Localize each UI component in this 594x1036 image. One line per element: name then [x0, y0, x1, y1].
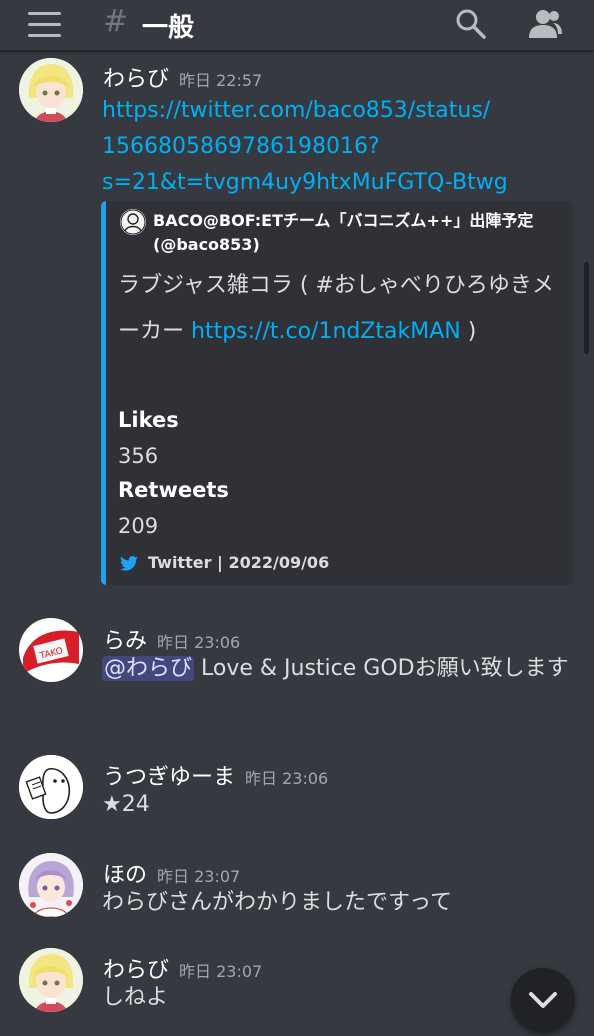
avatar[interactable]: TAKO [19, 618, 83, 682]
message-content: @わらび Love & Justice GODお願い致します [102, 650, 572, 688]
message-text: ★24 [102, 792, 150, 817]
channel-hash-icon: # [103, 4, 129, 39]
embed-field-value: 356 [118, 444, 159, 468]
message-header: わらび 昨日 22:57 [103, 61, 262, 93]
embed-description: ラブジャス雑コラ ( #おしゃべりひろゆきメーカー https://t.co/1… [118, 263, 558, 355]
username[interactable]: わらび [103, 67, 169, 92]
embed-description-end: ) [460, 319, 477, 344]
embed-description-link[interactable]: https://t.co/1ndZtakMAN [191, 319, 461, 344]
message-text: わらびさんがわかりましたですって [102, 890, 453, 915]
message-text: Love & Justice GODお願い致します [194, 656, 569, 681]
embed-footer: Twitter | 2022/09/06 [120, 553, 329, 572]
avatar[interactable] [19, 58, 83, 122]
chevron-down-icon [529, 992, 557, 1008]
avatar[interactable] [19, 853, 83, 917]
link-line[interactable]: s=21&t=tvgm4uy9htxMuFGTQ-Btwg [102, 165, 572, 201]
embed-footer-text: Twitter | 2022/09/06 [148, 553, 330, 572]
timestamp: 昨日 22:57 [179, 71, 263, 90]
embed-author-avatar[interactable] [120, 209, 146, 235]
hamburger-menu-icon[interactable] [28, 12, 61, 38]
embed-field-name: Retweets [118, 478, 229, 502]
jump-to-bottom-button[interactable] [511, 968, 575, 1032]
avatar[interactable] [19, 755, 83, 819]
avatar[interactable] [19, 948, 83, 1012]
search-icon[interactable] [455, 8, 487, 40]
tweet-link[interactable]: https://twitter.com/baco853/status/ 1566… [102, 93, 572, 201]
members-icon[interactable] [527, 8, 563, 40]
link-line[interactable]: https://twitter.com/baco853/status/ [102, 93, 572, 129]
user-mention[interactable]: @わらび [102, 656, 195, 681]
channel-name: 一般 [142, 13, 195, 43]
embed-author[interactable]: BACO@BOF:ETチーム「バコニズム++」出陣予定 (@baco853) [153, 209, 553, 257]
message-text: しねよ [102, 985, 169, 1010]
channel-header: # 一般 [0, 0, 594, 51]
twitter-bird-icon [120, 556, 138, 571]
scrollbar[interactable] [584, 262, 589, 354]
twitter-embed: BACO@BOF:ETチーム「バコニズム++」出陣予定 (@baco853) ラ… [101, 201, 573, 585]
link-line[interactable]: 1566805869786198016? [102, 129, 572, 165]
embed-field-name: Likes [118, 408, 179, 432]
embed-field-value: 209 [118, 514, 159, 538]
